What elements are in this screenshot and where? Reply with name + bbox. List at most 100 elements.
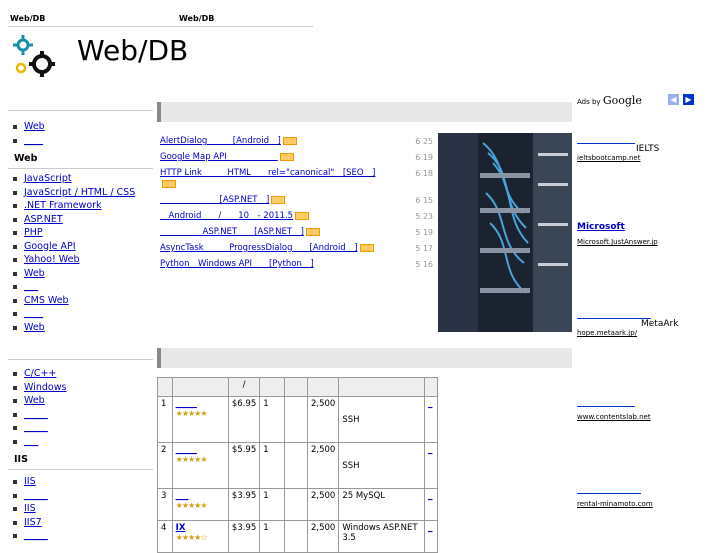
sidebar-link[interactable]: IIS [24,503,36,514]
sidebar-item[interactable]: IIS [8,502,153,516]
sidebar-link[interactable]: _____ [24,409,48,420]
article-link[interactable]: [ASP.NET ] [160,195,270,205]
ad-block[interactable]: IELTS ieltsbootcamp.net [577,140,707,162]
ad-url[interactable]: Microsoft.JustAnswer.jp [577,238,707,246]
rating-stars-icon: ★★★★☆ [175,533,208,542]
sidebar-link[interactable]: ____ [24,308,43,319]
sidebar-item[interactable]: Web [8,321,153,335]
article-link[interactable]: AsyncTask ProgressDialog [Android ] [160,243,358,253]
sidebar-item[interactable]: ___ [8,435,153,449]
ad-title[interactable]: MetaArk [577,319,707,329]
sidebar-item[interactable]: ____ [8,134,153,148]
sidebar-link[interactable]: Web [24,322,45,333]
article-date: 6 19 [415,153,433,162]
table-header [338,377,426,397]
sidebar-link[interactable]: Google API [24,241,76,252]
sidebar-item[interactable]: Google API [8,240,153,254]
sidebar-divider [8,110,153,111]
sidebar-item[interactable]: JavaScript / HTML / CSS [8,186,153,200]
sidebar-item[interactable]: IIS [8,475,153,489]
sidebar-link[interactable]: _____ [24,422,48,433]
host-link[interactable]: _____ [176,445,197,455]
header-divider [8,26,313,27]
ad-block[interactable]: MetaArk hope.metaark.jp/ [577,312,707,337]
sidebar-item[interactable]: C/C++ [8,367,153,381]
sidebar-link[interactable]: JavaScript / HTML / CSS [24,187,135,198]
google-brand[interactable]: Google [603,94,642,107]
ads-next-icon[interactable]: ▶ [683,94,694,105]
site-label-left: Web/DB [10,14,46,23]
sidebar-link[interactable]: Yahoo! Web [24,254,80,265]
host-link[interactable]: IX [176,523,186,533]
sidebar-item[interactable]: _____ [8,408,153,422]
ad-title[interactable]: IELTS [577,144,707,154]
sidebar-link[interactable]: Web [24,395,45,406]
sidebar-link[interactable]: Windows [24,382,66,393]
detail-link[interactable]: _ [428,445,432,455]
detail-link[interactable]: _ [428,491,432,501]
article-item: AsyncTask ProgressDialog [Android ] 5 17 [160,243,435,254]
ad-url[interactable]: www.contentslab.net [577,413,707,421]
ad-url[interactable]: hope.metaark.jp/ [577,329,707,337]
sidebar-item[interactable]: _____ [8,421,153,435]
sidebar-item[interactable]: JavaScript [8,172,153,186]
sidebar-link[interactable]: .NET Framework [24,200,102,211]
sidebar-item[interactable]: _____ [8,489,153,503]
ad-block[interactable]: www.contentslab.net [577,400,707,421]
sidebar-item[interactable]: Web [8,120,153,134]
gears-logo-icon[interactable] [12,34,60,78]
ad-title[interactable]: Microsoft [577,222,707,232]
value-cell: 1 [259,442,286,489]
sidebar-link[interactable]: CMS Web [24,295,69,306]
sidebar-item[interactable]: Web [8,267,153,281]
ad-block[interactable]: rental-minamoto.com [577,487,707,508]
sidebar-item[interactable]: CMS Web [8,294,153,308]
article-link[interactable]: Android / 10 - 2011.5 [160,211,294,221]
ads-prev-icon[interactable]: ◀ [668,94,679,105]
sidebar-item[interactable]: Windows [8,381,153,395]
rating-stars-icon: ★★★★★ [175,501,208,510]
sidebar-item[interactable]: ASP.NET [8,213,153,227]
ad-block[interactable]: Microsoft Microsoft.JustAnswer.jp [577,222,707,246]
sidebar-item[interactable]: PHP [8,226,153,240]
sidebar-item[interactable]: ____ [8,307,153,321]
host-link[interactable]: ___ [176,491,189,501]
article-link[interactable]: Google Map API [160,152,278,162]
sidebar-link[interactable]: PHP [24,227,43,238]
sidebar-item[interactable]: _____ [8,529,153,543]
sidebar-link[interactable]: _____ [24,530,48,541]
article-item: Android / 10 - 2011.5 5 23 [160,211,435,222]
sidebar-link[interactable]: ASP.NET [24,214,63,225]
ad-url[interactable]: ieltsbootcamp.net [577,154,707,162]
sidebar-link[interactable]: ___ [24,436,38,447]
sidebar-link[interactable]: C/C++ [24,368,56,379]
section-header-bar [157,348,572,368]
ad-url[interactable]: rental-minamoto.com [577,500,707,508]
link-cell: _ [424,488,438,521]
site-logo-text[interactable]: Web/DB [77,34,188,67]
note-cell: Windows ASP.NET 3.5 [338,520,426,553]
sidebar-link[interactable]: _____ [24,490,48,501]
article-date: 5 19 [415,228,433,237]
detail-link[interactable]: _ [428,523,432,533]
article-link[interactable]: Python Windows API [Python ] [160,259,314,269]
sidebar-item[interactable]: .NET Framework [8,199,153,213]
sidebar-link[interactable]: IIS [24,476,36,487]
sidebar-item[interactable]: Web [8,394,153,408]
sidebar-link[interactable]: ___ [24,281,38,292]
host-link[interactable]: _____ [176,399,197,409]
sidebar-link[interactable]: Web [24,268,45,279]
article-link[interactable]: AlertDialog [Android ] [160,136,281,146]
sidebar-item[interactable]: IIS7 [8,516,153,530]
sidebar-item[interactable]: Yahoo! Web [8,253,153,267]
article-link[interactable]: ASP.NET [ASP.NET ] [160,227,304,237]
sidebar-item[interactable]: ___ [8,280,153,294]
article-date: 6 18 [415,169,433,178]
detail-link[interactable]: _ [428,399,432,409]
sidebar-link[interactable]: ____ [24,135,43,146]
sidebar-link[interactable]: IIS7 [24,517,42,528]
table-header [424,377,438,397]
sidebar-link[interactable]: Web [24,121,45,132]
sidebar-link[interactable]: JavaScript [24,173,72,184]
article-link[interactable]: HTTP Link HTML rel="canonical" [SEO ] [160,168,375,178]
